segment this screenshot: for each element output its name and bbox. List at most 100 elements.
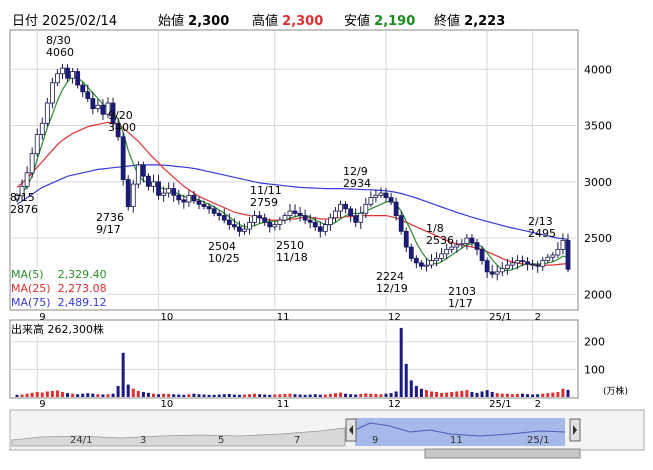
candle-body — [474, 242, 480, 250]
volume-legend: 出来高 262,300株 — [11, 321, 104, 337]
candle-body — [540, 260, 546, 267]
candle-body — [363, 203, 369, 214]
candle-body — [328, 217, 333, 225]
x-tick-label: 12 — [388, 312, 401, 323]
x-tick-label-vol: 25/1 — [489, 399, 511, 410]
volume-bar — [394, 391, 398, 397]
annotation-value: 11/18 — [276, 251, 308, 264]
volume-bar — [505, 393, 509, 397]
volume-bar — [40, 392, 44, 397]
candle-body — [504, 264, 510, 269]
nav-label-25-1: 25/1 — [527, 435, 549, 446]
volume-bar — [273, 394, 277, 397]
volume-bar — [409, 380, 413, 397]
volume-bar — [187, 394, 191, 397]
volume-bar — [541, 393, 545, 397]
candle-body — [151, 181, 156, 187]
volume-bar — [440, 392, 444, 397]
volume-bar — [182, 394, 186, 397]
candle-body — [237, 226, 242, 232]
volume-bar — [460, 390, 464, 397]
y-tick-label: 2000 — [584, 288, 612, 301]
candle-body — [125, 179, 131, 207]
volume-bar — [111, 393, 115, 397]
candle-body — [44, 102, 50, 124]
candle-body — [565, 239, 571, 270]
candle-body — [247, 221, 252, 230]
x-tick-label-vol: 2 — [535, 399, 541, 410]
volume-bar — [202, 394, 206, 397]
volume-bar — [313, 394, 317, 397]
candle-body — [560, 239, 566, 250]
volume-bar — [263, 394, 267, 397]
volume-bar — [50, 390, 54, 397]
x-tick-label: 25/1 — [489, 312, 511, 323]
candle-body — [388, 197, 394, 203]
volume-bar — [445, 392, 449, 397]
candle-body — [277, 219, 283, 225]
volume-bar — [25, 393, 29, 397]
volume-bar — [106, 394, 110, 397]
navigator-scrollbar-thumb[interactable] — [424, 448, 581, 459]
candle-body — [272, 224, 278, 228]
candle-body — [171, 188, 177, 196]
volume-bar — [419, 388, 423, 397]
volume-bar — [526, 394, 530, 397]
volume-bar — [561, 388, 565, 397]
candle-body — [292, 210, 298, 214]
volume-name: 出来高 — [11, 323, 44, 336]
volume-bar — [131, 388, 135, 397]
volume-bar — [500, 393, 504, 397]
candle-body — [499, 268, 505, 273]
candle-body — [403, 230, 409, 248]
candle-body — [120, 136, 126, 180]
candle-body — [282, 215, 288, 221]
volume-bar — [485, 390, 489, 397]
candle-body — [424, 264, 429, 267]
volume-bar — [384, 393, 388, 397]
volume-bar — [253, 393, 257, 397]
volume-bar — [359, 393, 363, 397]
volume-bar — [278, 394, 282, 397]
volume-bar — [354, 394, 358, 397]
ma5-name: MA(5) — [11, 268, 44, 281]
y-tick-label: 2500 — [584, 232, 612, 245]
candle-body — [221, 215, 227, 221]
volume-bar — [531, 394, 535, 397]
x-tick-label: 2 — [535, 312, 541, 323]
candle-body — [459, 243, 465, 246]
candle-body — [479, 248, 485, 262]
x-tick-label-vol: 9 — [39, 399, 45, 410]
chart-svg: 40003500300025002000 9 10 11 12 25/1 2 8/3040… — [9, 29, 645, 459]
volume-bar — [101, 394, 105, 397]
volume-bar — [389, 393, 393, 397]
candle-body — [489, 271, 495, 275]
candle-body — [398, 215, 404, 232]
volume-bar — [30, 392, 34, 397]
candle-body — [413, 257, 419, 264]
candle-body — [201, 203, 207, 207]
ma75-legend: MA(75) 2,489.12 — [11, 296, 107, 309]
volume-bar — [379, 394, 383, 397]
volume-bar — [435, 392, 439, 397]
volume-bar — [197, 394, 201, 397]
volume-bar — [556, 392, 560, 397]
candle-body — [55, 73, 60, 84]
volume-bar — [146, 392, 150, 397]
volume-date-axis: 9 10 11 12 25/1 2 — [39, 399, 541, 410]
annotation-value: 12/19 — [376, 282, 408, 295]
volume-bar — [212, 394, 216, 397]
annotation-value: 2876 — [10, 203, 38, 216]
candle-body — [333, 210, 338, 219]
candle-body — [297, 212, 303, 216]
annotation-value: 2536 — [426, 234, 454, 247]
volume-bar — [369, 393, 373, 397]
volume-bar — [490, 392, 494, 397]
volume-bar — [20, 394, 24, 397]
candle-body — [181, 199, 187, 203]
candle-body — [80, 84, 86, 93]
volume-bar — [192, 393, 196, 397]
candle-body — [429, 260, 434, 266]
volume-bar — [480, 391, 484, 397]
x-tick-label-vol: 11 — [277, 399, 290, 410]
